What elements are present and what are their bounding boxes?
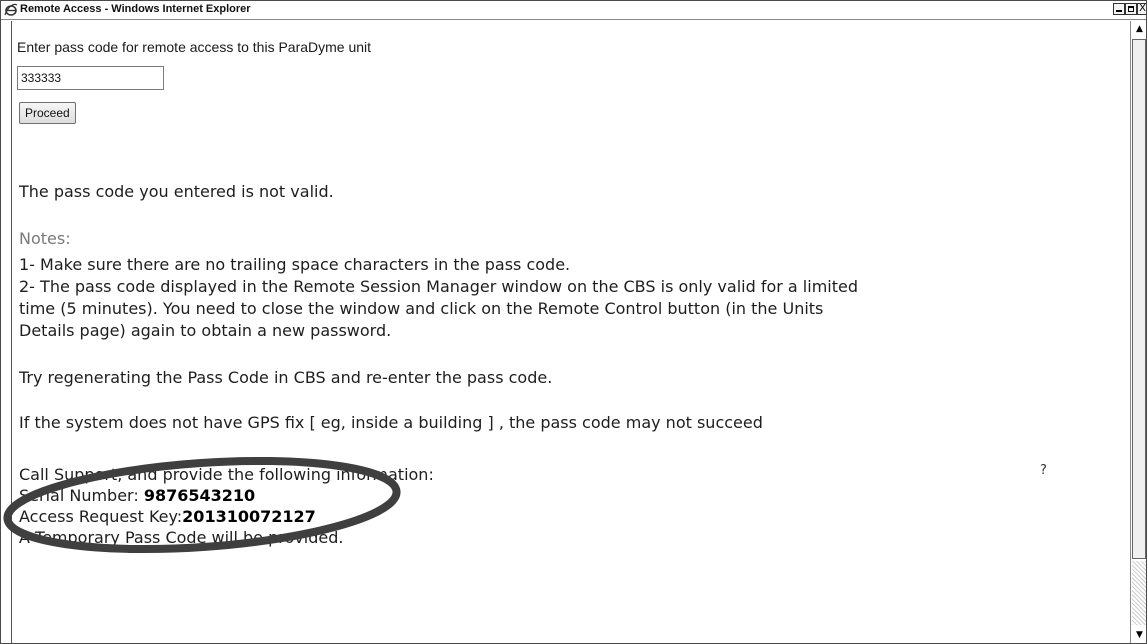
maximize-icon <box>1128 6 1134 12</box>
vertical-scrollbar[interactable]: ▲ ▼ <box>1130 21 1146 643</box>
access-request-key-line: Access Request Key:201310072127 <box>19 507 316 527</box>
invalid-passcode-message: The pass code you entered is not valid. <box>19 182 334 201</box>
scroll-up-button[interactable]: ▲ <box>1132 21 1146 38</box>
note-2-line-3: Details page) again to obtain a new pass… <box>19 321 392 340</box>
passcode-prompt: Enter pass code for remote access to thi… <box>17 39 372 55</box>
close-icon: X <box>1139 3 1146 14</box>
close-button[interactable]: X <box>1137 3 1146 15</box>
note-1: 1- Make sure there are no trailing space… <box>19 255 571 274</box>
passcode-input[interactable] <box>17 66 164 90</box>
maximize-button[interactable] <box>1125 3 1137 15</box>
minimize-icon <box>1116 10 1122 12</box>
access-request-key-label: Access Request Key: <box>19 507 183 526</box>
scroll-thumb[interactable] <box>1132 39 1146 559</box>
gps-note: If the system does not have GPS fix [ eg… <box>19 413 763 432</box>
serial-number-label: Serial Number: <box>19 486 144 505</box>
stray-mark: ? <box>1040 463 1047 478</box>
call-support-text: Call Support, and provide the following … <box>19 465 434 484</box>
note-2-line-2: time (5 minutes). You need to close the … <box>19 299 824 318</box>
scroll-down-arrow-icon: ▼ <box>1136 630 1143 640</box>
access-request-key-value: 201310072127 <box>182 507 316 526</box>
scroll-track[interactable] <box>1132 561 1146 625</box>
scroll-down-button[interactable]: ▼ <box>1132 627 1146 643</box>
temporary-pass-code-text: A Temporary Pass Code will be provided. <box>19 528 344 547</box>
browser-window: Remote Access - Windows Internet Explore… <box>0 0 1147 644</box>
note-2-line-1: 2- The pass code displayed in the Remote… <box>19 277 858 296</box>
window-title: Remote Access - Windows Internet Explore… <box>20 3 251 15</box>
minimize-button[interactable] <box>1113 3 1125 15</box>
notes-label: Notes: <box>19 229 71 248</box>
proceed-button[interactable]: Proceed <box>19 102 76 124</box>
scroll-up-arrow-icon: ▲ <box>1136 24 1143 34</box>
ie-icon <box>4 3 18 17</box>
serial-number-line: Serial Number: 9876543210 <box>19 486 255 506</box>
serial-number-value: 9876543210 <box>143 486 256 505</box>
regenerate-instruction: Try regenerating the Pass Code in CBS an… <box>19 368 553 387</box>
title-bar: Remote Access - Windows Internet Explore… <box>1 1 1146 20</box>
